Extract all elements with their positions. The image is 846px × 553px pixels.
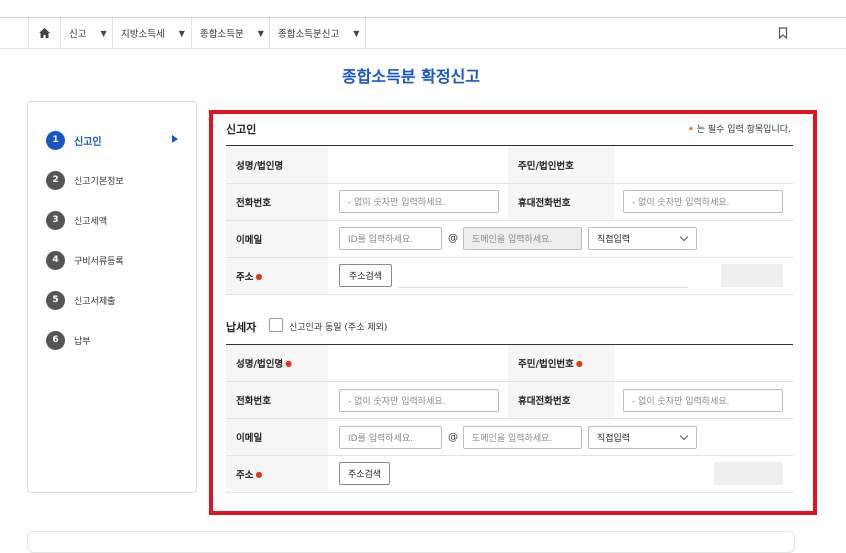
- step-label: 신고서제출: [74, 296, 116, 307]
- caret-down-icon: ▼: [178, 28, 185, 38]
- name-label: 성명/법인명: [226, 146, 328, 183]
- page-title: 종합소득분 확정신고: [341, 67, 481, 86]
- email-label: 이메일: [226, 221, 328, 257]
- active-arrow-icon: [172, 135, 178, 143]
- home-button[interactable]: [28, 18, 61, 48]
- phone-input[interactable]: - 없이 숫자만 입력하세요.: [339, 190, 499, 213]
- address-field[interactable]: [398, 287, 688, 288]
- step-item-1[interactable]: 1 신고인: [46, 129, 178, 151]
- at-sign: @: [448, 432, 458, 443]
- required-dot-icon: ●: [255, 271, 263, 281]
- home-icon: [39, 28, 50, 38]
- same-as-reporter-checkbox[interactable]: [269, 318, 283, 332]
- taxpayer-mobile-input[interactable]: - 없이 숫자만 입력하세요.: [623, 389, 783, 412]
- taxpayer-phone-label: 전화번호: [226, 382, 328, 418]
- taxpayer-email-domain-select[interactable]: 직접입력: [588, 426, 697, 449]
- address-label: 주소 ●: [226, 258, 328, 294]
- email-domain-input[interactable]: 도메인을 입력하세요.: [463, 227, 582, 250]
- step-number: 5: [46, 290, 65, 310]
- taxpayer-id-label-text: 주민/법인번호: [518, 359, 574, 370]
- step-item-2[interactable]: 2 신고기본정보: [46, 169, 124, 191]
- required-dot-icon: ●: [255, 469, 263, 479]
- next-panel: [27, 531, 795, 553]
- taxpayer-mobile-label: 휴대전화번호: [508, 382, 614, 418]
- address-detail-field[interactable]: [721, 264, 783, 287]
- taxpayer-address-detail-field[interactable]: [714, 462, 783, 485]
- step-navigator: 1 신고인 2 신고기본정보 3 신고세액 4 구비서류등록 5 신고서제출 6…: [27, 101, 197, 493]
- taxpayer-address-label: 주소 ●: [226, 456, 328, 492]
- same-as-reporter-label: 신고인과 동일 (주소 제외): [289, 323, 388, 333]
- step-label: 신고인: [74, 136, 102, 148]
- bookmark-button[interactable]: [778, 27, 788, 42]
- caret-down-icon: ▼: [100, 28, 107, 38]
- required-note-text: 는 필수 입력 항목입니다.: [696, 125, 791, 135]
- address-search-button[interactable]: 주소검색: [339, 264, 392, 287]
- step-number: 4: [46, 250, 65, 270]
- step-item-5[interactable]: 5 신고서제출: [46, 289, 115, 311]
- required-dot-icon: •: [688, 125, 694, 135]
- row-divider: [226, 492, 793, 493]
- step-label: 구비서류등록: [74, 256, 124, 267]
- email-domain-select[interactable]: 직접입력: [588, 227, 697, 250]
- taxpayer-email-domain-input[interactable]: 도메인을 입력하세요.: [463, 426, 582, 449]
- step-item-3[interactable]: 3 신고세액: [46, 209, 107, 231]
- breadcrumb-item-local-income-tax[interactable]: 지방소득세 ▼: [113, 18, 192, 48]
- reporter-section-title: 신고인: [226, 123, 257, 136]
- breadcrumb-item-comprehensive-income-report[interactable]: 종합소득분신고 ▼: [270, 18, 366, 48]
- id-label: 주민/법인번호: [508, 146, 614, 183]
- required-note: • 는 필수 입력 항목입니다.: [688, 122, 791, 135]
- breadcrumb-label: 신고: [69, 29, 87, 40]
- bookmark-icon: [778, 27, 788, 40]
- breadcrumb-label: 종합소득분: [200, 29, 244, 40]
- mobile-label: 휴대전화번호: [508, 184, 614, 220]
- email-id-input[interactable]: ID를 입력하세요.: [339, 227, 442, 250]
- step-item-4[interactable]: 4 구비서류등록: [46, 249, 124, 271]
- taxpayer-id-label: 주민/법인번호 ●: [508, 345, 614, 381]
- breadcrumb-label: 지방소득세: [121, 29, 165, 40]
- step-number: 6: [46, 330, 65, 350]
- row-divider: [226, 294, 793, 295]
- step-item-6[interactable]: 6 납부: [46, 329, 91, 351]
- email-select-value: 직접입력: [597, 434, 631, 444]
- step-number: 2: [46, 170, 65, 190]
- email-select-value: 직접입력: [597, 235, 631, 245]
- taxpayer-address-search-button[interactable]: 주소검색: [339, 462, 390, 485]
- taxpayer-address-label-text: 주소: [236, 470, 254, 481]
- mobile-input[interactable]: - 없이 숫자만 입력하세요.: [623, 190, 783, 213]
- breadcrumb-item-report[interactable]: 신고 ▼: [61, 18, 113, 48]
- taxpayer-email-id-input[interactable]: ID를 입력하세요.: [339, 426, 442, 449]
- breadcrumb-label: 종합소득분신고: [278, 29, 340, 40]
- taxpayer-phone-input[interactable]: - 없이 숫자만 입력하세요.: [339, 389, 499, 412]
- required-dot-icon: ●: [575, 358, 583, 368]
- step-label: 신고기본정보: [74, 176, 124, 187]
- address-label-text: 주소: [236, 272, 254, 283]
- step-number: 1: [46, 130, 65, 150]
- phone-label: 전화번호: [226, 184, 328, 220]
- at-sign: @: [448, 233, 458, 244]
- step-number: 3: [46, 210, 65, 230]
- taxpayer-name-label: 성명/법인명 ●: [226, 345, 328, 381]
- breadcrumb: 신고 ▼ 지방소득세 ▼ 종합소득분 ▼ 종합소득분신고 ▼: [0, 18, 846, 49]
- step-label: 납부: [74, 336, 91, 347]
- taxpayer-section-title: 납세자: [226, 321, 257, 334]
- taxpayer-email-label: 이메일: [226, 419, 328, 455]
- caret-down-icon: ▼: [353, 28, 360, 38]
- chevron-down-icon: [679, 232, 689, 242]
- chevron-down-icon: [679, 431, 689, 441]
- breadcrumb-item-comprehensive-income[interactable]: 종합소득분 ▼: [192, 18, 270, 48]
- caret-down-icon: ▼: [257, 28, 264, 38]
- required-dot-icon: ●: [285, 358, 293, 368]
- taxpayer-name-label-text: 성명/법인명: [236, 359, 284, 370]
- step-label: 신고세액: [74, 216, 108, 227]
